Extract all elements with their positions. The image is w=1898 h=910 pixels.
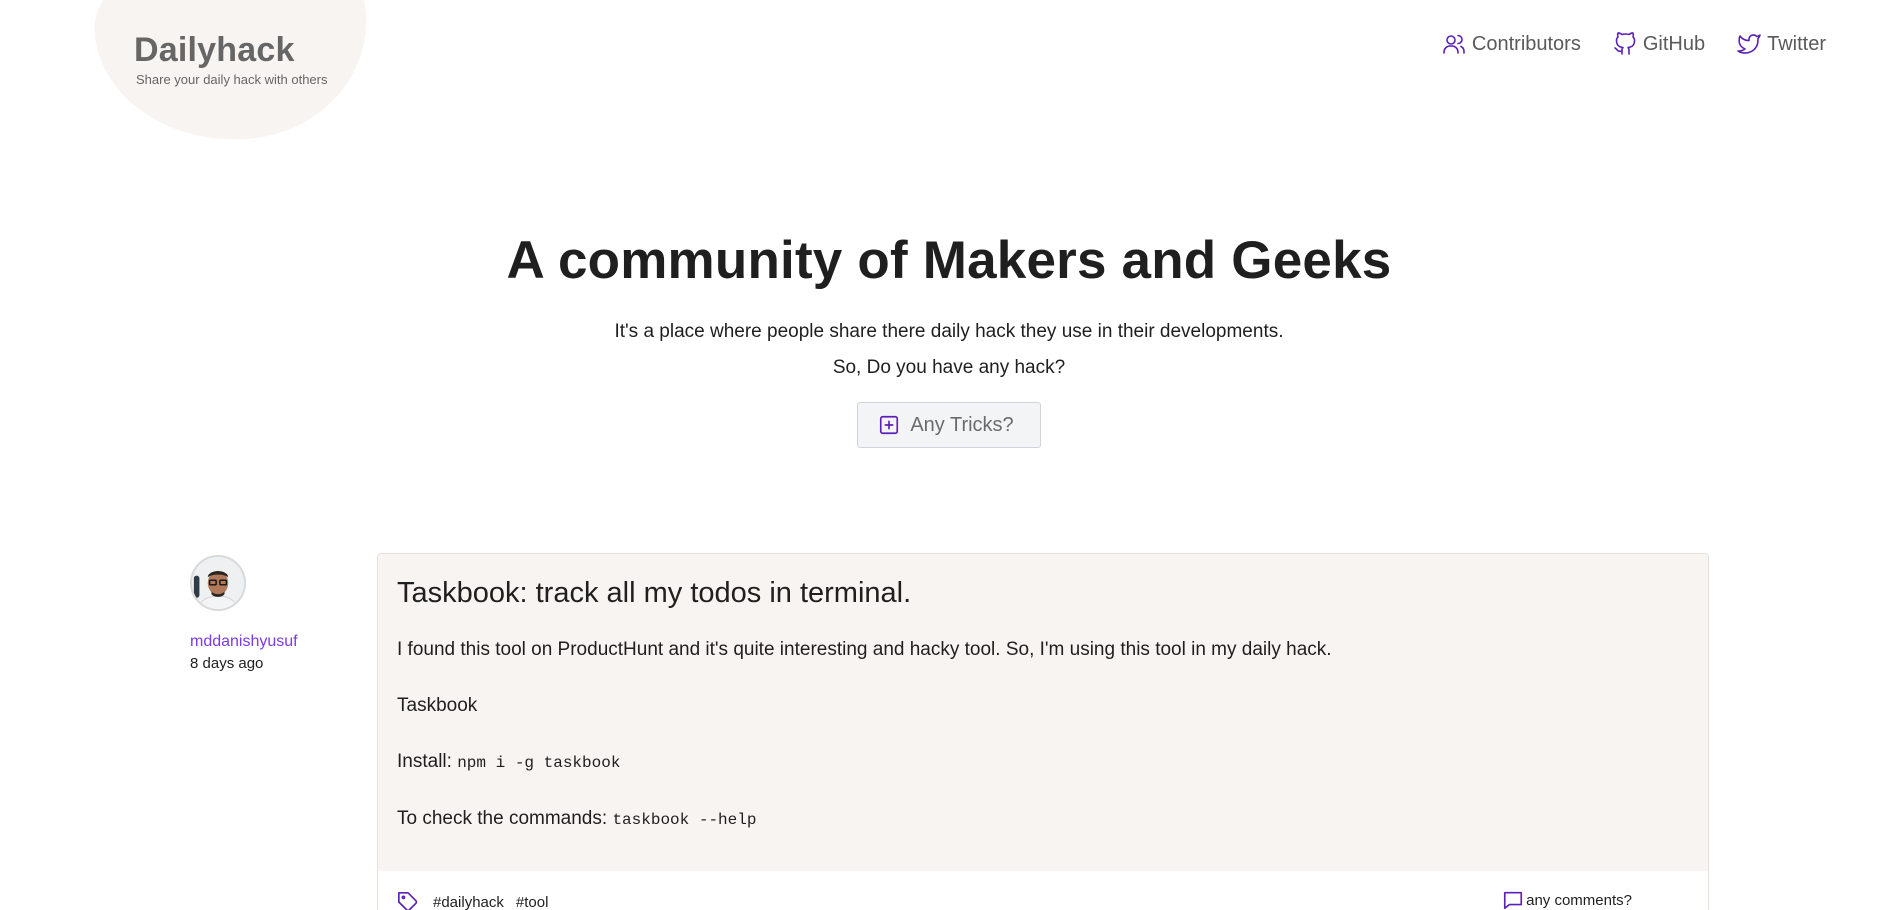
comment-icon: [1504, 891, 1523, 910]
post-card: Taskbook: track all my todos in terminal…: [377, 553, 1709, 910]
commands-label: To check the commands:: [397, 808, 608, 829]
post-intro: I found this tool on ProductHunt and it'…: [397, 639, 1332, 660]
any-tricks-button-label: Any Tricks?: [910, 413, 1014, 436]
plus-square-icon: [880, 415, 899, 435]
author-name-link[interactable]: mddanishyusuf: [190, 633, 340, 651]
tag-icon: [398, 892, 418, 910]
nav-twitter-label: Twitter: [1767, 33, 1826, 55]
commands-code: taskbook --help: [612, 811, 757, 829]
twitter-icon: [1737, 34, 1761, 54]
nav-github[interactable]: GitHub: [1613, 30, 1705, 58]
nav-twitter[interactable]: Twitter: [1737, 30, 1826, 58]
post-author: mddanishyusuf 8 days ago: [190, 555, 340, 672]
logo-title[interactable]: Dailyhack: [134, 28, 327, 72]
hero-title: A community of Makers and Geeks: [506, 231, 1392, 290]
users-icon: [1443, 34, 1465, 54]
tag-tool[interactable]: #tool: [516, 894, 549, 910]
post-body: Taskbook: track all my todos in terminal…: [378, 554, 1708, 871]
post-commands-line: To check the commands: taskbook --help: [397, 805, 1689, 834]
nav-contributors[interactable]: Contributors: [1442, 30, 1581, 58]
install-label: Install:: [397, 751, 452, 772]
nav-contributors-label: Contributors: [1471, 33, 1581, 55]
post-tags: #dailyhack #tool: [397, 891, 548, 910]
install-code: npm i -g taskbook: [457, 754, 621, 772]
nav-github-label: GitHub: [1642, 33, 1706, 55]
avatar-image: [192, 557, 244, 609]
post-footer: #dailyhack #tool any comments?: [378, 871, 1708, 910]
hero-description: It's a place where people share there da…: [614, 321, 1284, 342]
hero-question: So, Do you have any hack?: [832, 357, 1066, 378]
hero: A community of Makers and Geeks It's a p…: [0, 228, 1898, 448]
post-tool-name: Taskbook: [397, 695, 478, 716]
top-nav: Contributors GitHub Twitter: [1442, 30, 1826, 58]
page: Dailyhack Share your daily hack with oth…: [0, 0, 1898, 910]
post-install-line: Install: npm i -g taskbook: [397, 748, 1689, 777]
post-time: 8 days ago: [190, 655, 264, 672]
post-title[interactable]: Taskbook: track all my todos in terminal…: [397, 574, 1689, 612]
logo-tagline: Share your daily hack with others: [136, 72, 328, 87]
tag-dailyhack[interactable]: #dailyhack: [433, 894, 504, 910]
logo[interactable]: Dailyhack Share your daily hack with oth…: [134, 28, 327, 87]
any-tricks-button[interactable]: Any Tricks?: [857, 402, 1041, 448]
comments-label: any comments?: [1526, 891, 1632, 909]
github-icon: [1614, 32, 1636, 55]
avatar[interactable]: [190, 555, 246, 611]
comments-link[interactable]: any comments?: [1502, 889, 1632, 910]
